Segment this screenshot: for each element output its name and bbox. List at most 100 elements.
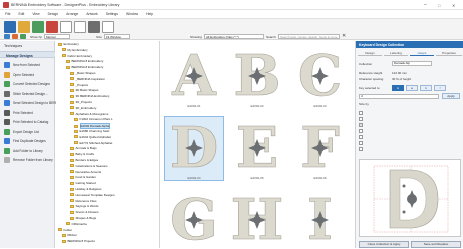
design-tile[interactable]: H [227, 188, 287, 249]
design-tile[interactable]: FE2002-06 [290, 116, 350, 181]
tree-node[interactable]: Reference Files [70, 199, 97, 203]
tree-node[interactable]: Baby & Crafts [70, 152, 94, 156]
tree-node[interactable]: BERNINA 8 Embroidery [66, 59, 103, 63]
menu-view[interactable]: View [32, 12, 39, 16]
document-icon[interactable] [74, 21, 86, 33]
search-input[interactable]: Search tags, names, design, hoops & more [278, 34, 340, 39]
save-replace-button[interactable]: Save and Replace [411, 241, 461, 248]
minimize-button[interactable]: – [424, 2, 427, 8]
file-type-select[interactable]: All Embroidery Files (*.*) [204, 34, 264, 39]
menu-artwork[interactable]: Artwork [86, 12, 98, 16]
tree-node[interactable]: Getting Started [70, 181, 96, 185]
apply-button[interactable]: Apply [442, 93, 460, 99]
menu-settings[interactable]: Settings [106, 12, 118, 16]
menu-help[interactable]: Help [146, 12, 153, 16]
embroidery-icon[interactable] [46, 21, 58, 33]
tools-icon[interactable] [12, 34, 18, 39]
tree-node[interactable]: Folder [58, 228, 72, 232]
tree-node[interactable]: F1002 Cinnamon Plant L [74, 117, 113, 121]
tree-node[interactable]: Alphabets & Monograms [70, 112, 108, 116]
tree-node[interactable]: 3D Basic Shapes [70, 88, 99, 92]
key-cell[interactable] [359, 111, 363, 115]
tree-node[interactable]: Embroidery [58, 42, 79, 46]
tree-node[interactable]: BERNINA 8 Embroidery [66, 65, 103, 69]
menu-edit[interactable]: Edit [18, 12, 24, 16]
new-design-icon[interactable] [4, 21, 16, 33]
technique-item[interactable]: Print Selected to Catalog [4, 118, 54, 126]
tree-node[interactable]: _Projects [70, 83, 88, 87]
key-lowercase-button[interactable]: a [406, 85, 418, 91]
technique-item[interactable]: Add Folder to Library [4, 147, 54, 155]
key-cell[interactable] [359, 117, 363, 121]
close-button[interactable]: ✕ [452, 3, 455, 8]
tab-lettering[interactable]: Lettering [384, 50, 408, 56]
tree-node[interactable]: E1944 Quilted Alphabet [74, 135, 111, 139]
design-tile[interactable]: AE2002-01 [164, 44, 224, 109]
maximize-button[interactable]: □ [438, 3, 440, 8]
tree-node[interactable]: Scenic & Flowers [70, 210, 99, 214]
tree-node[interactable]: Decorative Accents [70, 170, 101, 174]
tree-node[interactable]: 3D BERNINA Embroidery [70, 94, 110, 98]
technique-item[interactable]: Stitch Selected Design... [4, 90, 54, 98]
grid-view-icon[interactable] [102, 21, 114, 33]
key-input[interactable]: d [359, 94, 439, 99]
close-collection-button[interactable]: Close Collection & Apply [359, 241, 409, 248]
design-tile[interactable]: G [164, 188, 224, 249]
hoop-select[interactable]: Mercier [44, 34, 70, 39]
clear-search-icon[interactable]: ✕ [342, 33, 346, 39]
key-cell[interactable] [359, 141, 363, 145]
zoom-select[interactable]: Fit Window [104, 34, 130, 39]
menu-arrange[interactable]: Arrange [66, 12, 78, 16]
tab-hoops[interactable]: Hoops [410, 50, 434, 56]
tree-node[interactable]: _BERNINA Inspiration [70, 77, 105, 81]
technique-item[interactable]: Convert Selected Designs [4, 80, 54, 88]
print-icon[interactable] [88, 21, 100, 33]
menu-file[interactable]: File [5, 12, 10, 16]
tree-node[interactable]: Shapes & Bugs [70, 216, 96, 220]
tree-node[interactable]: 3D_Projects [70, 100, 92, 104]
technique-item[interactable]: New from Selected [4, 61, 54, 69]
tree-node[interactable]: _Basic Shapes [70, 71, 96, 75]
tree-node[interactable]: Borders & Edges [70, 158, 98, 162]
tree-node[interactable]: E2772 Stitched Alphabet [74, 141, 112, 145]
technique-item[interactable]: Export Design List [4, 128, 54, 136]
key-cell[interactable] [359, 123, 363, 127]
technique-item[interactable]: Send Selected Design to BERN... [4, 99, 60, 107]
tree-node[interactable]: Holiday & Religious [70, 187, 102, 191]
tree-node[interactable]: BERNINA 8 Projects [62, 239, 95, 243]
tree-node[interactable]: Food & Garden [70, 175, 96, 179]
tree-node[interactable]: Celebrations & Seasons [70, 164, 108, 168]
library-icon[interactable] [4, 34, 10, 39]
technique-item[interactable]: Print Selected [4, 109, 54, 117]
tab-properties[interactable]: Properties [436, 50, 462, 56]
tree-node[interactable]: Sayings & Words [70, 204, 98, 208]
menu-window[interactable]: Window [126, 12, 138, 16]
collection-select[interactable]: Damask Alp [392, 61, 432, 66]
tree-node[interactable]: ORGCache [66, 222, 87, 226]
key-cell[interactable] [359, 147, 363, 151]
design-tile[interactable]: BE2002-02 [227, 44, 287, 109]
tree-node[interactable]: 3D_Embroidery [70, 106, 96, 110]
design-icon[interactable] [20, 34, 26, 39]
tree-node[interactable]: My Embroidery [62, 48, 88, 52]
tree-node[interactable]: Fabric Embroidery [62, 54, 92, 58]
tree-node[interactable]: Ribbon [62, 233, 77, 237]
key-cell[interactable] [359, 129, 363, 133]
design-tile[interactable]: I [290, 188, 350, 249]
technique-item[interactable]: Remove Folder from Library [4, 156, 54, 164]
menu-design[interactable]: Design [48, 12, 59, 16]
design-tile[interactable]: EE2002-05 [227, 116, 287, 181]
key-symbol-button[interactable]: ! [434, 85, 446, 91]
key-uppercase-button[interactable]: A [392, 85, 404, 91]
tree-node[interactable]: Animals & Bugs [70, 146, 97, 150]
open-folder-icon[interactable] [18, 21, 30, 33]
key-cell[interactable] [359, 135, 363, 139]
design-tile[interactable]: DE2002-04 [164, 116, 224, 181]
manage-designs-section[interactable]: Manage Designs [0, 51, 55, 58]
save-icon[interactable] [32, 21, 44, 33]
tab-design[interactable]: Design [358, 50, 382, 56]
technique-item[interactable]: Open Selected [4, 71, 54, 79]
key-number-button[interactable]: 1 [420, 85, 432, 91]
page-icon[interactable] [60, 21, 72, 33]
technique-item[interactable]: Find Duplicate Designs [4, 137, 54, 145]
